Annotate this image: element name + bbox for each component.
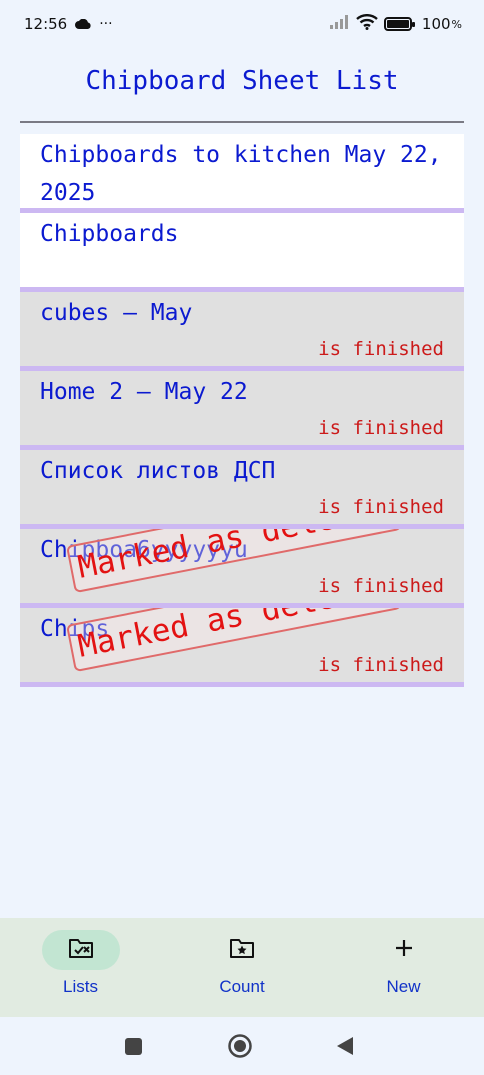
finished-status: is finished: [318, 496, 444, 518]
nav-lists-indicator: [41, 930, 120, 970]
list-item[interactable]: Chipboards: [20, 213, 464, 292]
nav-new-button[interactable]: New: [323, 918, 484, 1017]
finished-status: is finished: [318, 338, 444, 360]
battery-icon: [383, 17, 415, 31]
nav-count-label: Count: [219, 977, 265, 996]
sheet-name: Home 2 – May 22: [40, 379, 248, 405]
finished-status: is finished: [318, 575, 444, 597]
list-item[interactable]: Chipboa6yyyyyyu is finished Marked as de…: [20, 529, 464, 608]
title-divider: [20, 121, 464, 123]
page-title: Chipboard Sheet List: [85, 66, 399, 96]
nav-count-button[interactable]: Count: [162, 918, 323, 1017]
nav-count-indicator: [203, 930, 281, 970]
home-icon[interactable]: [227, 1033, 253, 1063]
list-item[interactable]: Список листов ДСП is finished: [20, 450, 464, 529]
plus-icon: [393, 937, 415, 963]
status-left: 12:56 ···: [24, 15, 113, 33]
nav-new-indicator: [365, 930, 443, 970]
folder-check-icon: [68, 937, 94, 963]
sheet-name: Chipboards to kitchen May 22, 2025: [40, 142, 442, 206]
cloud-icon: [75, 15, 91, 33]
battery-percent: 100: [421, 15, 451, 33]
signal-icon: [329, 15, 350, 33]
folder-star-icon: [229, 937, 255, 963]
more-notifications-icon: ···: [99, 16, 113, 32]
nav-lists-label: Lists: [63, 977, 98, 996]
recent-apps-icon[interactable]: [124, 1037, 144, 1061]
bottom-navigation: Lists Count New: [0, 918, 484, 1017]
wifi-icon: [356, 14, 378, 34]
list-item[interactable]: Chipboards to kitchen May 22, 2025: [20, 134, 464, 213]
finished-status: is finished: [318, 417, 444, 439]
sheet-name: Chipboards: [40, 221, 179, 247]
status-bar: 12:56 ··· 100 %: [0, 0, 484, 48]
sheet-name: cubes – May: [40, 300, 193, 326]
sheet-name: Список листов ДСП: [40, 458, 276, 484]
nav-new-label: New: [386, 977, 421, 996]
finished-status: is finished: [318, 654, 444, 676]
status-time: 12:56: [24, 15, 68, 33]
status-right: 100%: [329, 14, 462, 34]
sheet-list: Chipboards to kitchen May 22, 2025 Chipb…: [20, 134, 464, 687]
back-icon[interactable]: [336, 1036, 354, 1060]
nav-lists-button[interactable]: Lists: [0, 918, 161, 1017]
list-item[interactable]: cubes – May is finished: [20, 292, 464, 371]
list-item[interactable]: Home 2 – May 22 is finished: [20, 371, 464, 450]
percent-sign: %: [451, 17, 462, 31]
app-screen: 12:56 ··· 100 % Chipboard Sheet List Chi…: [0, 0, 484, 1075]
list-item[interactable]: Chips is finished Marked as deleted: [20, 608, 464, 687]
